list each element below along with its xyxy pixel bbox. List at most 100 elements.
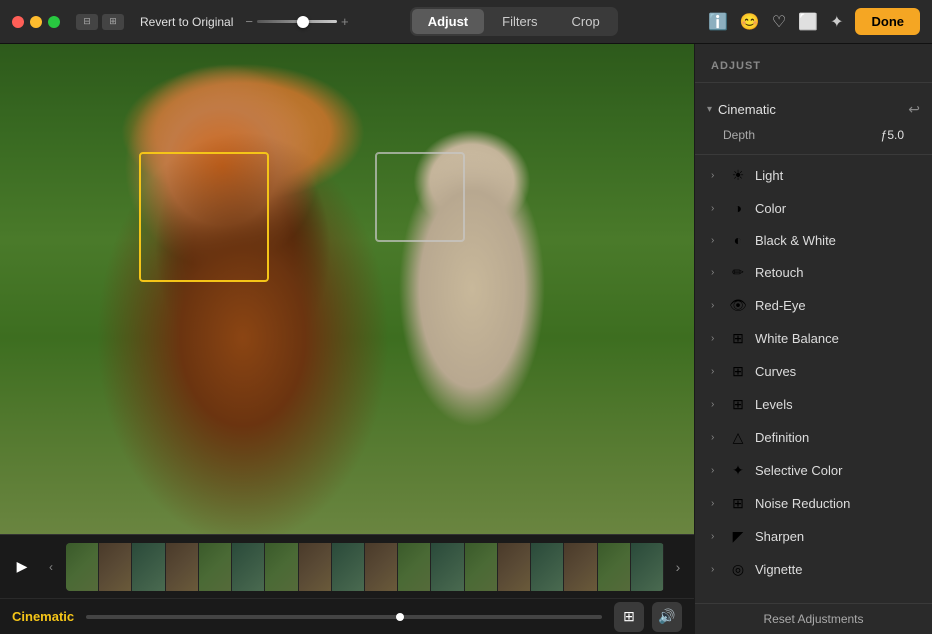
tab-adjust[interactable]: Adjust bbox=[412, 9, 484, 34]
brightness-thumb[interactable] bbox=[297, 16, 309, 28]
adjust-item-color[interactable]: › ◑ Color bbox=[699, 192, 928, 224]
view-toggle[interactable]: ⊞ bbox=[102, 14, 124, 30]
info-button[interactable]: ℹ️ bbox=[708, 12, 728, 32]
selective-color-chevron-icon: › bbox=[711, 465, 721, 476]
selective-color-label: Selective Color bbox=[755, 463, 842, 478]
face-detection-secondary bbox=[375, 152, 465, 242]
levels-chevron-icon: › bbox=[711, 399, 721, 410]
filmstrip-frame bbox=[265, 543, 298, 591]
filmstrip-next-button[interactable]: › bbox=[670, 553, 686, 581]
filmstrip-frame bbox=[498, 543, 531, 591]
main-content: ▶ ‹ bbox=[0, 44, 932, 634]
noise-reduction-icon: ⊞ bbox=[729, 495, 747, 512]
bottom-icons: ⊞ 🔊 bbox=[614, 602, 682, 632]
sharpen-icon: ◤ bbox=[729, 528, 747, 545]
fullscreen-button[interactable] bbox=[48, 16, 60, 28]
black-white-icon: ◐ bbox=[729, 232, 747, 248]
bw-chevron-icon: › bbox=[711, 235, 721, 246]
reset-adjustments-button[interactable]: Reset Adjustments bbox=[763, 612, 863, 626]
cinematic-header[interactable]: ▾ Cinematic ↩ bbox=[695, 95, 932, 124]
brightness-track[interactable] bbox=[257, 20, 337, 23]
fullscreen-icon-button[interactable]: ⊞ bbox=[614, 602, 644, 632]
adjust-item-red-eye[interactable]: › 👁 Red-Eye bbox=[699, 289, 928, 322]
adjust-item-definition[interactable]: › △ Definition bbox=[699, 421, 928, 454]
selective-color-icon: ✦ bbox=[729, 462, 747, 479]
black-white-label: Black & White bbox=[755, 233, 836, 248]
magic-wand-button[interactable]: ✦ bbox=[830, 12, 843, 32]
adjust-item-white-balance[interactable]: › ⊞ White Balance bbox=[699, 322, 928, 355]
sidebar-toggle[interactable]: ⊟ bbox=[76, 14, 98, 30]
filmstrip-frame bbox=[631, 543, 664, 591]
cinematic-chevron-icon: ▾ bbox=[707, 104, 712, 115]
bottom-controls: Cinematic ⊞ 🔊 bbox=[0, 598, 694, 634]
timeline-strip: ▶ ‹ bbox=[0, 535, 694, 598]
curves-label: Curves bbox=[755, 364, 796, 379]
filmstrip-frame bbox=[199, 543, 232, 591]
levels-icon: ⊞ bbox=[729, 396, 747, 413]
vignette-icon: ◎ bbox=[729, 561, 747, 578]
cinematic-undo-button[interactable]: ↩ bbox=[908, 101, 920, 118]
share-button[interactable]: ⬜ bbox=[798, 12, 818, 32]
tab-group: Adjust Filters Crop bbox=[410, 7, 618, 36]
adjust-item-selective-color[interactable]: › ✦ Selective Color bbox=[699, 454, 928, 487]
bottom-bar: ▶ ‹ bbox=[0, 534, 694, 634]
window-controls: ⊟ ⊞ bbox=[76, 14, 124, 30]
tab-crop[interactable]: Crop bbox=[556, 9, 616, 34]
retouch-icon: ✏ bbox=[729, 264, 747, 281]
adjust-item-retouch[interactable]: › ✏ Retouch bbox=[699, 256, 928, 289]
definition-icon: △ bbox=[729, 429, 747, 446]
retouch-label: Retouch bbox=[755, 265, 803, 280]
right-panel: ADJUST ▾ Cinematic ↩ Depth ƒ5.0 › bbox=[694, 44, 932, 634]
cinematic-mode-label: Cinematic bbox=[12, 609, 74, 624]
filmstrip-frame bbox=[564, 543, 597, 591]
adjust-item-light[interactable]: › ☀ Light bbox=[699, 159, 928, 192]
media-area: ▶ ‹ bbox=[0, 44, 694, 634]
play-button[interactable]: ▶ bbox=[8, 553, 36, 581]
brightness-minus-icon: − bbox=[245, 14, 253, 29]
filmstrip-frame bbox=[465, 543, 498, 591]
reset-bar: Reset Adjustments bbox=[695, 603, 932, 634]
vignette-label: Vignette bbox=[755, 562, 802, 577]
cinematic-section: ▾ Cinematic ↩ Depth ƒ5.0 bbox=[695, 91, 932, 150]
levels-label: Levels bbox=[755, 397, 793, 412]
vignette-chevron-icon: › bbox=[711, 564, 721, 575]
depth-value: ƒ5.0 bbox=[881, 128, 904, 142]
filmstrip-frame bbox=[99, 543, 132, 591]
adjust-item-sharpen[interactable]: › ◤ Sharpen bbox=[699, 520, 928, 553]
redeye-chevron-icon: › bbox=[711, 300, 721, 311]
emoji-button[interactable]: 😊 bbox=[740, 12, 760, 32]
panel-scroll[interactable]: ▾ Cinematic ↩ Depth ƒ5.0 › ☀ Light bbox=[695, 83, 932, 603]
cinematic-section-label: Cinematic bbox=[718, 102, 776, 117]
filmstrip-frame bbox=[299, 543, 332, 591]
tab-filters[interactable]: Filters bbox=[486, 9, 553, 34]
adjust-item-black-white[interactable]: › ◐ Black & White bbox=[699, 224, 928, 256]
brightness-plus-icon: + bbox=[341, 14, 349, 29]
adjust-item-vignette[interactable]: › ◎ Vignette bbox=[699, 553, 928, 586]
panel-title: ADJUST bbox=[711, 60, 761, 72]
done-button[interactable]: Done bbox=[855, 8, 920, 35]
curves-icon: ⊞ bbox=[729, 363, 747, 380]
definition-chevron-icon: › bbox=[711, 432, 721, 443]
revert-to-original-button[interactable]: Revert to Original bbox=[140, 15, 233, 29]
filmstrip-frame bbox=[132, 543, 165, 591]
filmstrip-prev-button[interactable]: ‹ bbox=[42, 553, 60, 581]
curves-chevron-icon: › bbox=[711, 366, 721, 377]
titlebar: ⊟ ⊞ Revert to Original − + Adjust Filter… bbox=[0, 0, 932, 44]
light-chevron-icon: › bbox=[711, 170, 721, 181]
timeline-progress[interactable] bbox=[86, 615, 602, 619]
light-icon: ☀ bbox=[729, 167, 747, 184]
filmstrip-frame bbox=[166, 543, 199, 591]
brightness-slider: − + bbox=[245, 14, 348, 29]
volume-icon-button[interactable]: 🔊 bbox=[652, 602, 682, 632]
adjust-items-list: › ☀ Light › ◑ Color › ◐ Black & White › … bbox=[695, 159, 932, 586]
adjust-item-noise-reduction[interactable]: › ⊞ Noise Reduction bbox=[699, 487, 928, 520]
adjust-item-curves[interactable]: › ⊞ Curves bbox=[699, 355, 928, 388]
adjust-item-levels[interactable]: › ⊞ Levels bbox=[699, 388, 928, 421]
heart-button[interactable]: ♡ bbox=[772, 12, 786, 32]
filmstrip-frame bbox=[598, 543, 631, 591]
close-button[interactable] bbox=[12, 16, 24, 28]
filmstrip-frame bbox=[66, 543, 99, 591]
red-eye-icon: 👁 bbox=[729, 297, 747, 314]
video-container[interactable] bbox=[0, 44, 694, 534]
minimize-button[interactable] bbox=[30, 16, 42, 28]
